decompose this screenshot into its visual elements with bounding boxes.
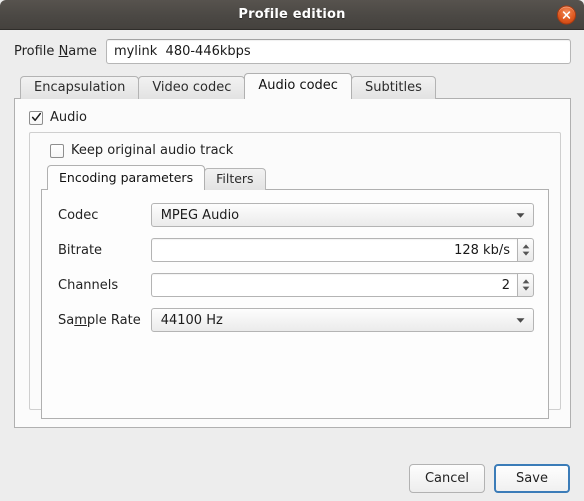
cancel-button[interactable]: Cancel (409, 464, 485, 493)
profile-name-row: Profile Name (0, 30, 584, 73)
spinner-arrows-icon[interactable] (517, 273, 534, 297)
chevron-down-icon (516, 208, 525, 223)
keep-original-audio-track-checkbox[interactable] (50, 143, 64, 158)
audio-checkbox[interactable] (29, 110, 43, 125)
sample-rate-label: Sample Rate (58, 312, 141, 328)
bitrate-label: Bitrate (58, 242, 103, 258)
main-tabs: Encapsulation Video codec Audio codec Su… (14, 73, 571, 428)
profile-name-label: Profile Name (14, 44, 97, 59)
inner-tabstrip: Encoding parameters Filters (41, 165, 549, 190)
tab-subtitles[interactable]: Subtitles (350, 76, 436, 99)
audio-codec-panel: Audio Keep original audio track Encoding… (14, 98, 571, 428)
keep-original-checkbox-row: Keep original audio track (40, 143, 550, 158)
tab-audio-codec[interactable]: Audio codec (244, 73, 352, 99)
encoding-parameters-panel: Codec MPEG Audio Bitrate 128 kb/s Channe… (41, 189, 549, 419)
channels-spinner: 2 (150, 273, 534, 297)
tabstrip: Encapsulation Video codec Audio codec Su… (14, 73, 571, 99)
encoding-form: Codec MPEG Audio Bitrate 128 kb/s Channe… (52, 203, 538, 332)
chevron-down-icon (516, 313, 525, 328)
close-icon[interactable] (557, 5, 576, 24)
tab-encapsulation[interactable]: Encapsulation (20, 76, 140, 99)
audio-checkbox-row: Audio (24, 109, 561, 125)
codec-value: MPEG Audio (160, 207, 240, 223)
sample-rate-value: 44100 Hz (160, 312, 223, 328)
window-title: Profile edition (238, 7, 346, 22)
spinner-arrows-icon[interactable] (517, 238, 534, 262)
encoding-tabs: Encoding parameters Filters Codec MPEG A… (41, 165, 549, 419)
bitrate-value[interactable]: 128 kb/s (150, 238, 517, 262)
tab-video-codec[interactable]: Video codec (138, 76, 246, 99)
bitrate-spinner: 128 kb/s (150, 238, 534, 262)
profile-edition-dialog: Profile edition Profile Name Encapsulati… (0, 0, 584, 501)
channels-label: Channels (58, 277, 119, 293)
sample-rate-dropdown[interactable]: 44100 Hz (150, 308, 534, 332)
profile-name-input[interactable] (105, 39, 571, 64)
tab-encoding-parameters[interactable]: Encoding parameters (47, 165, 206, 190)
tab-filters[interactable]: Filters (204, 168, 266, 190)
channels-value[interactable]: 2 (150, 273, 517, 297)
keep-original-checkbox-label: Keep original audio track (71, 143, 234, 158)
audio-checkbox-label: Audio (50, 110, 87, 125)
codec-label: Codec (58, 207, 99, 223)
audio-settings-group: Keep original audio track Encoding param… (29, 132, 561, 419)
save-button[interactable]: Save (494, 464, 570, 493)
titlebar: Profile edition (0, 0, 584, 30)
dialog-footer: Cancel Save (0, 460, 584, 501)
codec-dropdown[interactable]: MPEG Audio (150, 203, 534, 227)
